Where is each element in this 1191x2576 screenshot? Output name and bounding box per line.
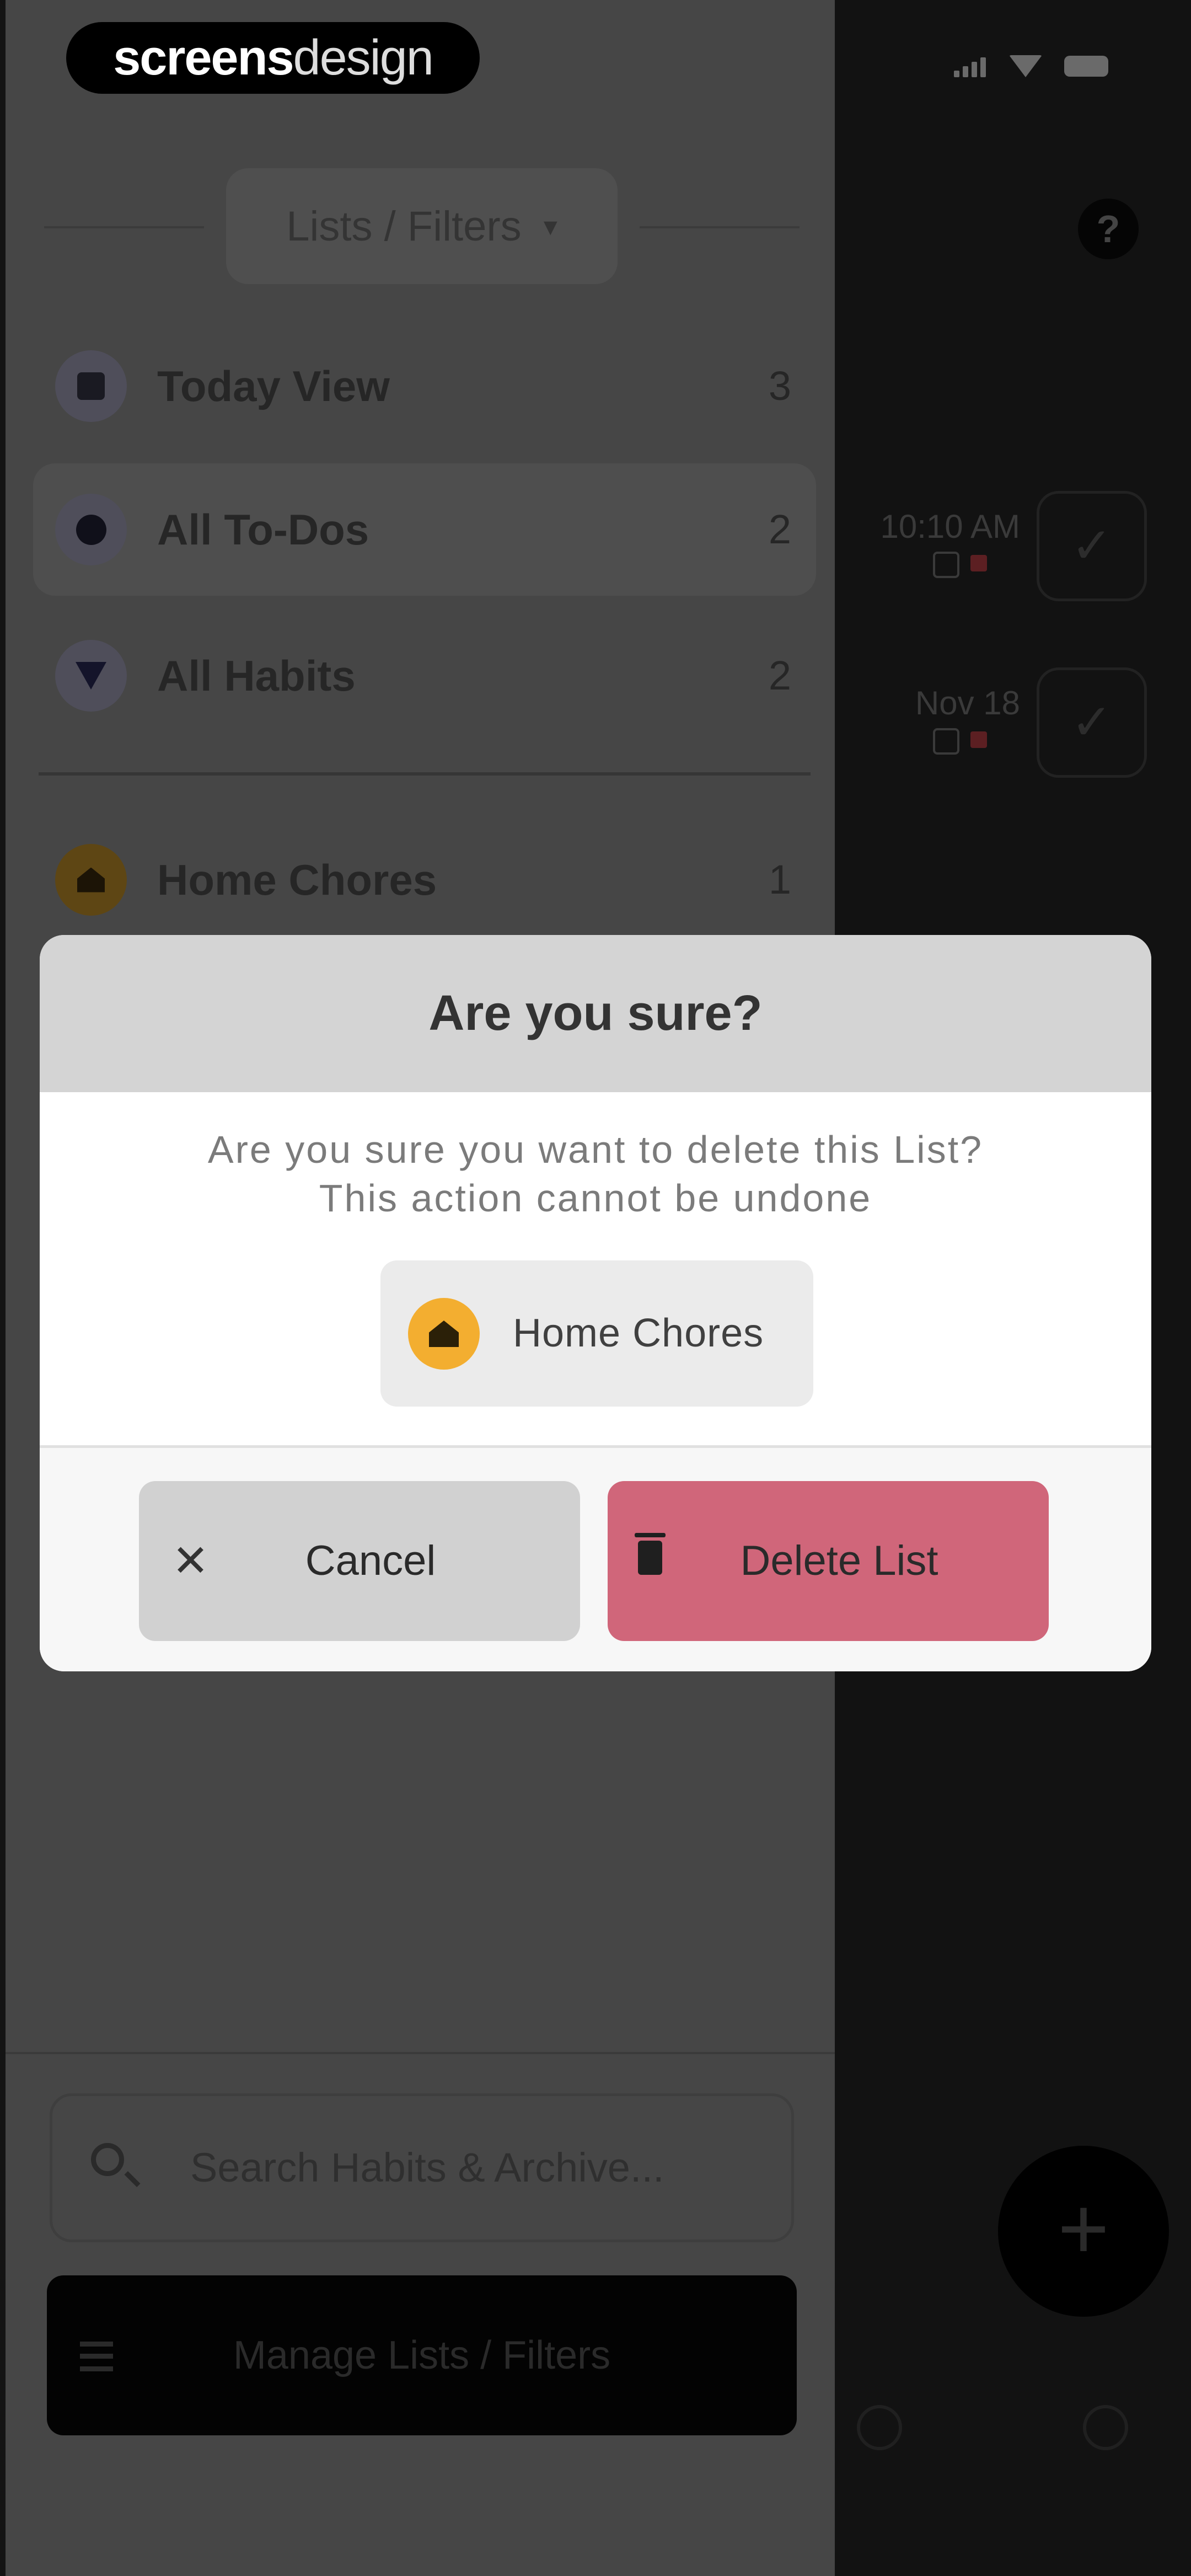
flag-icon xyxy=(970,731,987,748)
chevron-down-icon: ▾ xyxy=(543,211,557,242)
dialog-title: Are you sure? xyxy=(428,986,763,1041)
footer-divider xyxy=(6,2052,835,2054)
section-divider xyxy=(39,772,811,776)
lists-filter-label: Lists / Filters xyxy=(286,202,522,250)
task-row[interactable]: Nov 18 ✓ xyxy=(851,662,1169,778)
cancel-button[interactable]: ✕ Cancel xyxy=(139,1481,580,1641)
task-meta xyxy=(933,552,987,578)
calendar-icon xyxy=(55,350,127,422)
nav-item-all-habits[interactable]: All Habits 2 xyxy=(33,610,816,742)
cancel-button-label: Cancel xyxy=(305,1537,436,1584)
lists-filter-dropdown[interactable]: Lists / Filters ▾ xyxy=(226,168,618,284)
nav-item-today-view[interactable]: Today View 3 xyxy=(33,320,816,452)
list-chip-label: Home Chores xyxy=(513,1311,764,1355)
header-divider xyxy=(640,226,800,228)
search-placeholder: Search Habits & Archive... xyxy=(190,2145,664,2190)
search-icon xyxy=(91,2143,124,2176)
delete-list-button[interactable]: Delete List xyxy=(608,1481,1049,1641)
delete-list-dialog: Are you sure? Are you sure you want to d… xyxy=(40,935,1151,1671)
note-icon xyxy=(933,552,959,578)
manage-lists-button[interactable]: Manage Lists / Filters xyxy=(47,2275,797,2435)
nav-item-count: 2 xyxy=(768,506,791,552)
task-check-button[interactable]: ✓ xyxy=(1037,491,1147,601)
dialog-message: Are you sure you want to delete this Lis… xyxy=(95,1125,1096,1222)
tab-icon[interactable] xyxy=(857,2405,902,2450)
add-task-fab[interactable]: + xyxy=(998,2146,1169,2317)
nav-item-all-todos[interactable]: All To-Dos 2 xyxy=(33,463,816,596)
nav-item-count: 2 xyxy=(768,653,791,698)
delete-list-button-label: Delete List xyxy=(740,1537,938,1584)
task-date: 10:10 AM xyxy=(880,508,1020,545)
task-check-button[interactable]: ✓ xyxy=(1037,667,1147,778)
tab-icon[interactable] xyxy=(1083,2405,1128,2450)
watermark-logo: screens design xyxy=(66,22,480,94)
house-icon xyxy=(55,844,127,916)
habit-icon xyxy=(55,640,127,712)
signal-icon xyxy=(954,55,987,77)
nav-item-label: All To-Dos xyxy=(157,505,369,554)
task-row[interactable]: 10:10 AM ✓ xyxy=(851,485,1169,601)
wifi-icon xyxy=(1009,55,1042,77)
dialog-header: Are you sure? xyxy=(40,935,1151,1092)
dialog-message-line: This action cannot be undone xyxy=(319,1177,872,1220)
watermark-light: design xyxy=(293,30,434,85)
status-bar xyxy=(954,55,1108,77)
list-item-label: Home Chores xyxy=(157,856,437,904)
flag-icon xyxy=(970,555,987,571)
nav-item-count: 3 xyxy=(768,363,791,409)
nav-item-label: Today View xyxy=(157,362,390,410)
manage-lists-label: Manage Lists / Filters xyxy=(233,2333,611,2377)
task-meta xyxy=(933,728,987,755)
search-field[interactable]: Search Habits & Archive... xyxy=(50,2093,794,2242)
watermark-bold: screens xyxy=(113,30,294,85)
house-icon xyxy=(408,1298,480,1370)
task-date: Nov 18 xyxy=(915,685,1020,722)
nav-item-label: All Habits xyxy=(157,651,356,700)
help-icon[interactable]: ? xyxy=(1078,199,1139,259)
tab-bar xyxy=(835,2372,1191,2482)
battery-icon xyxy=(1064,56,1108,77)
note-icon xyxy=(933,728,959,755)
dialog-message-line: Are you sure you want to delete this Lis… xyxy=(207,1128,984,1171)
todo-dot-icon xyxy=(55,494,127,565)
list-chip: Home Chores xyxy=(380,1260,813,1407)
header-divider xyxy=(44,226,204,228)
list-item-count: 1 xyxy=(768,857,791,902)
list-item-home-chores[interactable]: Home Chores 1 xyxy=(33,814,816,946)
dialog-footer: ✕ Cancel Delete List xyxy=(40,1445,1151,1671)
